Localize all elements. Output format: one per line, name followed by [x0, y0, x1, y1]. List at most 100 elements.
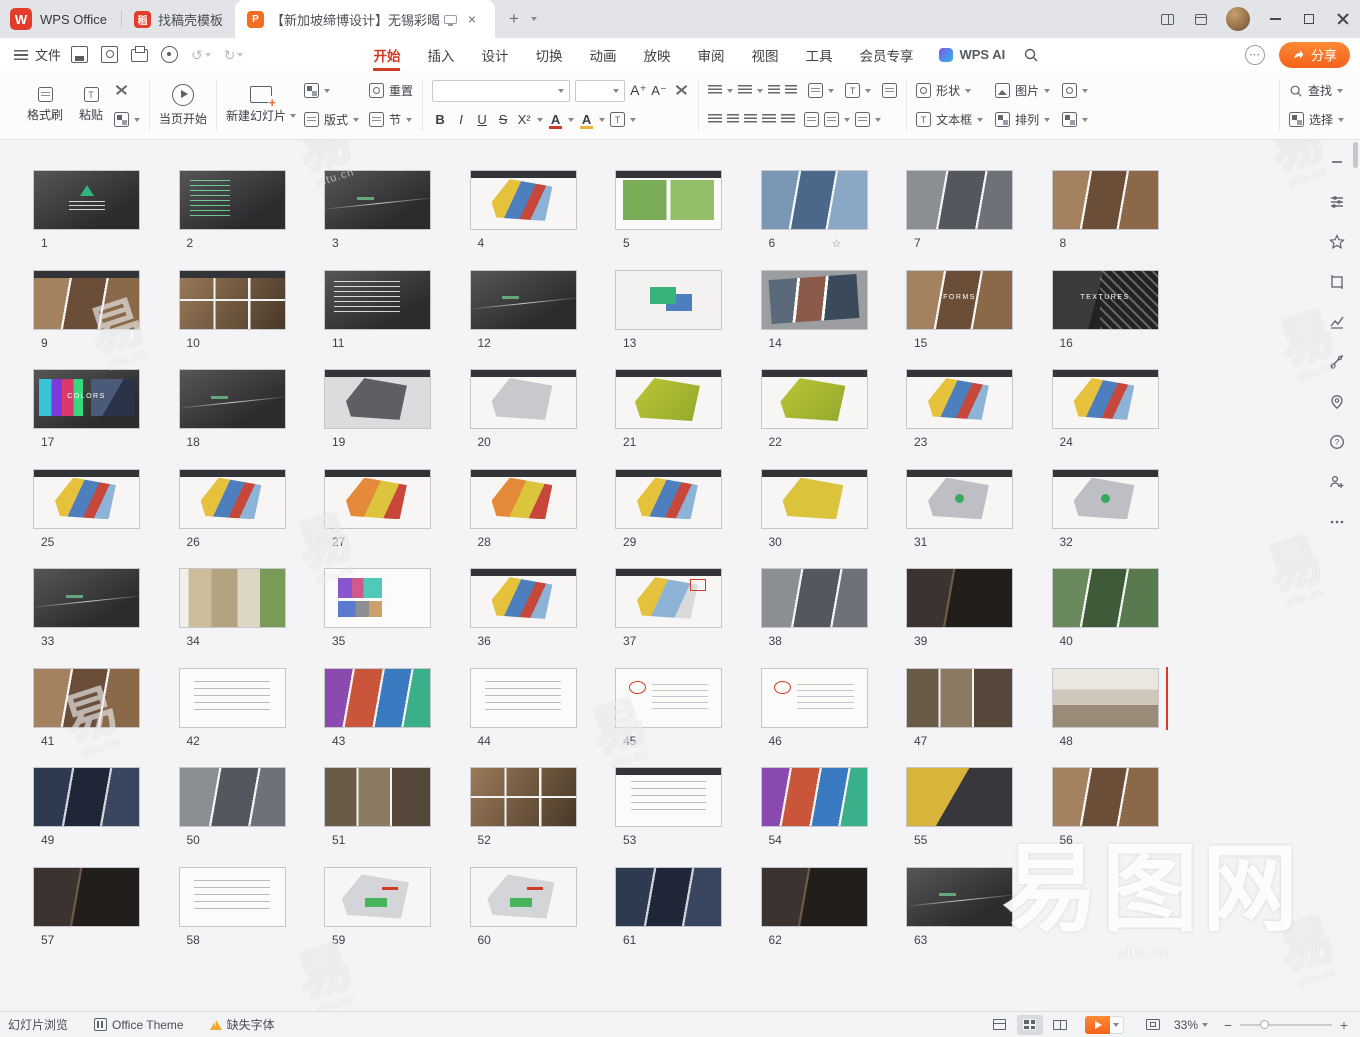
copy-button[interactable] — [114, 109, 140, 131]
slide-thumbnail-39[interactable] — [906, 568, 1013, 628]
tab-slideshow[interactable]: 放映 — [643, 38, 670, 71]
wps-ai-button[interactable]: WPS AI — [939, 47, 1005, 62]
new-tab-button[interactable]: + — [503, 8, 525, 30]
collapse-panel-icon[interactable] — [1323, 148, 1351, 176]
font-name-select[interactable] — [432, 80, 570, 102]
slide-thumbnail-61[interactable] — [615, 867, 722, 927]
slide-thumbnail-44[interactable] — [470, 668, 577, 728]
slide-thumbnail-57[interactable] — [33, 867, 140, 927]
reading-view-button[interactable] — [1047, 1015, 1073, 1035]
underline-button[interactable]: U — [474, 112, 490, 127]
slide-thumbnail-60[interactable] — [470, 867, 577, 927]
slide-sorter-view-button[interactable] — [1017, 1015, 1043, 1035]
slide-thumbnail-10[interactable] — [179, 270, 286, 330]
menu-icon[interactable] — [14, 50, 28, 60]
user-avatar[interactable] — [1226, 7, 1250, 31]
slide-thumbnail-47[interactable] — [906, 668, 1013, 728]
slideshow-play-chevron-icon[interactable] — [1110, 1016, 1124, 1034]
slide-thumbnail-18[interactable] — [179, 369, 286, 429]
settings-sliders-icon[interactable] — [1323, 188, 1351, 216]
outline-color-button[interactable] — [1062, 109, 1088, 131]
slide-thumbnail-58[interactable] — [179, 867, 286, 927]
align-left-icon[interactable] — [708, 114, 722, 125]
tab-tools[interactable]: 工具 — [805, 38, 832, 71]
slide-thumbnail-51[interactable] — [324, 767, 431, 827]
crop-frame-icon[interactable] — [1323, 268, 1351, 296]
navigation-icon[interactable] — [1323, 388, 1351, 416]
slide-thumbnail-25[interactable] — [33, 469, 140, 529]
slide-thumbnail-37[interactable] — [615, 568, 722, 628]
favorites-star-icon[interactable] — [1323, 228, 1351, 256]
slide-thumbnail-45[interactable] — [615, 668, 722, 728]
text-effect-icon[interactable] — [610, 112, 625, 127]
app-box-icon[interactable] — [1184, 0, 1218, 38]
slide-thumbnail-35[interactable] — [324, 568, 431, 628]
tools-icon[interactable] — [1323, 348, 1351, 376]
slide-thumbnail-20[interactable] — [470, 369, 577, 429]
tab-member[interactable]: 会员专享 — [859, 38, 913, 71]
slideshow-play-button[interactable] — [1085, 1016, 1110, 1034]
tab-view[interactable]: 视图 — [751, 38, 778, 71]
share-button[interactable]: 分享 — [1279, 42, 1350, 68]
tab-insert[interactable]: 插入 — [427, 38, 454, 71]
slide-thumbnail-50[interactable] — [179, 767, 286, 827]
format-painter-button[interactable]: 格式刷 — [22, 77, 68, 133]
font-size-select[interactable] — [575, 80, 625, 102]
slide-thumbnail-15[interactable]: FORMS — [906, 270, 1013, 330]
slide-thumbnail-55[interactable] — [906, 767, 1013, 827]
bold-button[interactable]: B — [432, 112, 448, 127]
slide-thumbnail-63[interactable] — [906, 867, 1013, 927]
office-theme-button[interactable]: Office Theme — [94, 1018, 184, 1032]
fill-color-button[interactable] — [1062, 80, 1088, 102]
maximize-button[interactable] — [1292, 0, 1326, 38]
highlight-color-button[interactable]: A — [579, 112, 594, 127]
slide-thumbnail-13[interactable] — [615, 270, 722, 330]
fit-to-window-icon[interactable] — [1146, 1019, 1160, 1030]
slide-thumbnail-48[interactable] — [1052, 668, 1159, 728]
tab-home[interactable]: 开始 — [373, 38, 400, 71]
play-from-page-button[interactable]: 当页开始 — [159, 77, 207, 133]
slide-thumbnail-49[interactable] — [33, 767, 140, 827]
align-center-icon[interactable] — [727, 114, 739, 125]
slide-thumbnail-32[interactable] — [1052, 469, 1159, 529]
bullet-list-icon[interactable] — [708, 85, 722, 96]
minimize-button[interactable] — [1258, 0, 1292, 38]
slide-thumbnail-8[interactable] — [1052, 170, 1159, 230]
layout-button[interactable]: 版式 — [304, 109, 359, 131]
justify-icon[interactable] — [762, 114, 776, 125]
print-preview-icon[interactable] — [161, 46, 178, 63]
superscript-button[interactable]: X² — [516, 112, 532, 127]
save-icon[interactable] — [71, 46, 88, 63]
slide-thumbnail-6[interactable] — [761, 170, 868, 230]
slide-thumbnail-21[interactable] — [615, 369, 722, 429]
increase-font-icon[interactable]: A⁺ — [630, 82, 646, 99]
zoom-out-icon[interactable]: − — [1220, 1017, 1236, 1033]
slide-layout-gallery-button[interactable] — [304, 80, 359, 102]
slide-thumbnail-1[interactable] — [33, 170, 140, 230]
zoom-slider[interactable] — [1240, 1024, 1332, 1026]
more-ellipsis-icon[interactable] — [1323, 508, 1351, 536]
italic-button[interactable]: I — [453, 112, 469, 127]
paragraph-spacing-icon[interactable] — [855, 112, 870, 127]
search-icon[interactable] — [1023, 47, 1039, 63]
tab-transitions[interactable]: 切换 — [535, 38, 562, 71]
close-button[interactable] — [1326, 0, 1360, 38]
textbox-button[interactable]: 文本框 — [916, 109, 983, 131]
line-spacing-icon[interactable] — [824, 112, 839, 127]
slide-thumbnail-52[interactable] — [470, 767, 577, 827]
redo-button[interactable]: ↻ — [224, 48, 244, 62]
slide-thumbnail-7[interactable] — [906, 170, 1013, 230]
increase-indent-icon[interactable] — [785, 85, 797, 96]
numbered-list-icon[interactable] — [738, 85, 752, 96]
slide-thumbnail-24[interactable] — [1052, 369, 1159, 429]
slide-thumbnail-26[interactable] — [179, 469, 286, 529]
slide-thumbnail-27[interactable] — [324, 469, 431, 529]
tab-design[interactable]: 设计 — [481, 38, 508, 71]
zoom-slider-thumb[interactable] — [1260, 1020, 1269, 1029]
slide-thumbnail-22[interactable] — [761, 369, 868, 429]
cut-button[interactable] — [114, 80, 140, 102]
slide-thumbnail-42[interactable] — [179, 668, 286, 728]
vertical-scrollbar[interactable] — [1353, 142, 1358, 168]
decrease-font-icon[interactable]: A⁻ — [651, 83, 667, 99]
paste-button[interactable]: 粘贴 — [68, 77, 114, 133]
